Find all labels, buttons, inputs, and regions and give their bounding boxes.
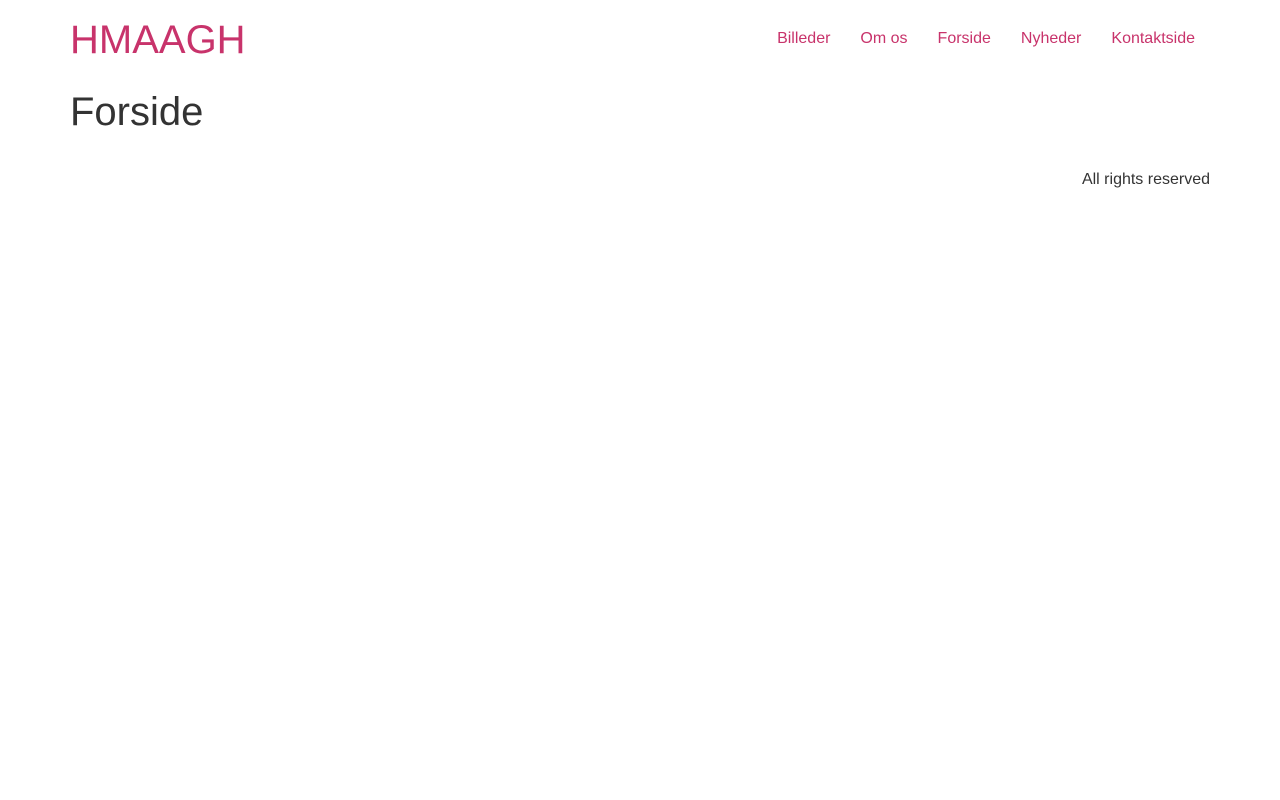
page-title: Forside <box>70 90 204 134</box>
nav-item-billeder[interactable]: Billeder <box>762 29 845 49</box>
copyright-text: All rights reserved <box>1081 171 1210 188</box>
site-footer: All rights reserved <box>1082 170 1210 190</box>
site-header: HMAAGH Billeder Om os Forside Nyheder Ko… <box>0 0 1280 80</box>
nav-item-forside[interactable]: Forside <box>923 29 1006 49</box>
nav-item-om-os[interactable]: Om os <box>845 29 922 49</box>
site-title-link[interactable]: HMAAGH <box>70 17 246 63</box>
main-nav: Billeder Om os Forside Nyheder Kontaktsi… <box>762 29 1210 49</box>
nav-item-nyheder[interactable]: Nyheder <box>1006 29 1096 49</box>
nav-item-kontaktside[interactable]: Kontaktside <box>1096 29 1210 49</box>
